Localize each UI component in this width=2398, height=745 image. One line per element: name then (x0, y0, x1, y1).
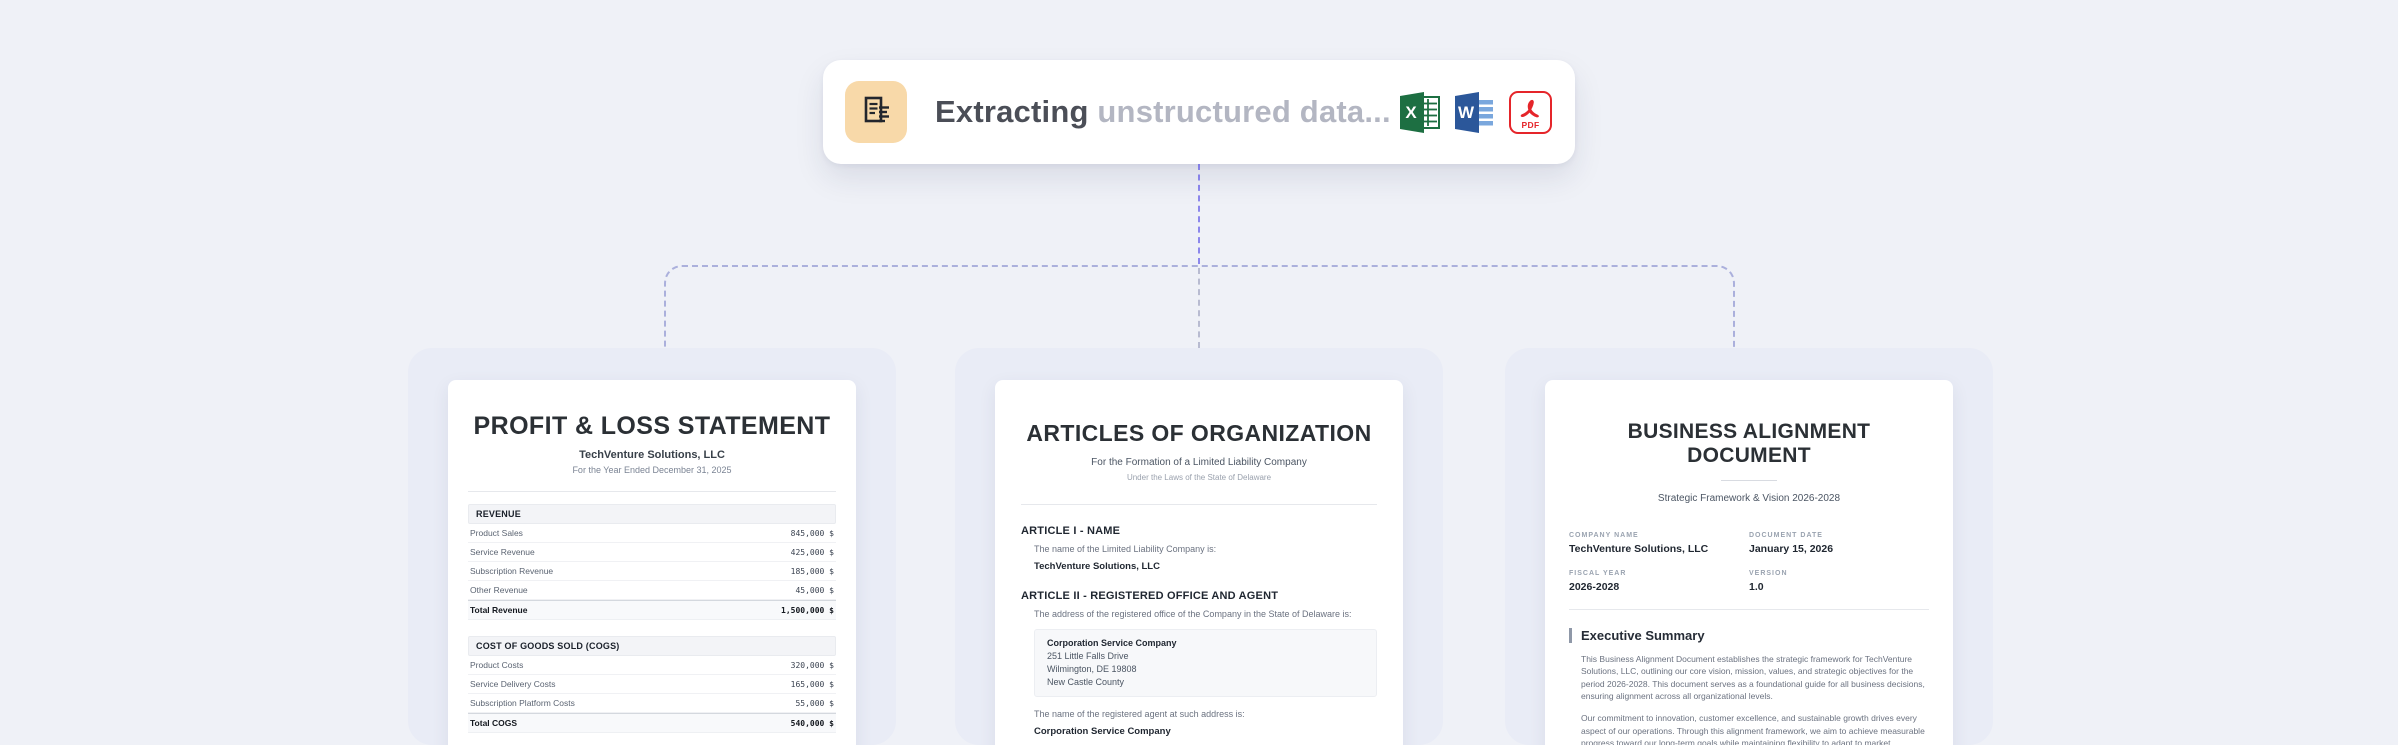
status-text-typed: Extracting (935, 94, 1089, 129)
total-label: Total COGS (470, 718, 517, 728)
document-profit-loss: PROFIT & LOSS STATEMENT TechVenture Solu… (448, 380, 856, 745)
articles-jurisdiction: Under the Laws of the State of Delaware (1021, 473, 1377, 482)
row-label: Service Delivery Costs (470, 679, 556, 689)
meta-label: DOCUMENT DATE (1749, 532, 1929, 539)
document-alignment: BUSINESS ALIGNMENT DOCUMENT Strategic Fr… (1545, 380, 1953, 745)
pnl-total-row: Total COGS 540,000 $ (468, 713, 836, 733)
meta-value: January 15, 2026 (1749, 543, 1929, 555)
pnl-section-header-revenue: REVENUE (468, 504, 836, 524)
row-value: 45,000 $ (795, 586, 834, 595)
article1-heading: ARTICLE I - NAME (1021, 525, 1377, 537)
row-label: Service Revenue (470, 547, 535, 557)
panel-articles: ARTICLES OF ORGANIZATION For the Formati… (955, 348, 1443, 745)
divider (468, 491, 836, 492)
pnl-row: Service Delivery Costs 165,000 $ (468, 675, 836, 694)
row-label: Other Revenue (470, 585, 528, 595)
articles-subtitle: For the Formation of a Limited Liability… (1021, 457, 1377, 468)
article1-company-name: TechVenture Solutions, LLC (1034, 561, 1377, 572)
title-divider (1721, 480, 1777, 481)
article2-heading: ARTICLE II - REGISTERED OFFICE AND AGENT (1021, 590, 1377, 602)
pnl-row: Subscription Platform Costs 55,000 $ (468, 694, 836, 713)
divider (1569, 609, 1929, 610)
pnl-period: For the Year Ended December 31, 2025 (468, 465, 836, 475)
row-value: 185,000 $ (791, 567, 834, 576)
extraction-status-text: Extracting unstructured data... (935, 94, 1391, 130)
status-text-muted: unstructured data... (1089, 94, 1391, 129)
pnl-row: Product Costs 320,000 $ (468, 656, 836, 675)
agent-name: Corporation Service Company (1034, 726, 1377, 737)
alignment-subtitle: Strategic Framework & Vision 2026-2028 (1569, 493, 1929, 504)
total-value: 1,500,000 $ (781, 606, 834, 615)
meta-field: FISCAL YEAR 2026-2028 (1569, 570, 1749, 593)
office-address-line: 251 Little Falls Drive (1047, 650, 1364, 663)
word-icon: W (1453, 90, 1498, 135)
pnl-section-header-cogs: COST OF GOODS SOLD (COGS) (468, 636, 836, 656)
total-label: Total Revenue (470, 605, 527, 615)
meta-label: COMPANY NAME (1569, 532, 1749, 539)
pdf-label: PDF (1508, 120, 1553, 130)
office-name: Corporation Service Company (1047, 637, 1364, 650)
pdf-icon: PDF (1508, 90, 1553, 135)
pnl-title: PROFIT & LOSS STATEMENT (468, 412, 836, 441)
row-label: Subscription Revenue (470, 566, 553, 576)
meta-field: DOCUMENT DATE January 15, 2026 (1749, 532, 1929, 555)
file-type-icons: X W PDF (1398, 90, 1553, 135)
row-value: 165,000 $ (791, 680, 834, 689)
row-label: Product Sales (470, 528, 523, 538)
connector-stem-center (1198, 268, 1200, 348)
pnl-row: Product Sales 845,000 $ (468, 524, 836, 543)
pnl-company: TechVenture Solutions, LLC (468, 449, 836, 461)
meta-label: VERSION (1749, 570, 1929, 577)
office-address-line: Wilmington, DE 19808 (1047, 663, 1364, 676)
row-value: 320,000 $ (791, 661, 834, 670)
pnl-row: Other Revenue 45,000 $ (468, 581, 836, 600)
meta-value: 2026-2028 (1569, 581, 1749, 593)
connector-stem-top (1198, 164, 1200, 264)
meta-label: FISCAL YEAR (1569, 570, 1749, 577)
panel-alignment: BUSINESS ALIGNMENT DOCUMENT Strategic Fr… (1505, 348, 1993, 745)
panel-profit-loss: PROFIT & LOSS STATEMENT TechVenture Solu… (408, 348, 896, 745)
document-extract-icon (857, 93, 895, 131)
alignment-meta-grid: COMPANY NAME TechVenture Solutions, LLC … (1569, 532, 1929, 593)
articles-title: ARTICLES OF ORGANIZATION (1021, 420, 1377, 447)
executive-summary-paragraph: Our commitment to innovation, customer e… (1581, 712, 1929, 745)
agent-intro: The name of the registered agent at such… (1034, 709, 1377, 719)
pnl-total-row: Total Revenue 1,500,000 $ (468, 600, 836, 620)
excel-letter: X (1398, 100, 1424, 125)
executive-summary-paragraph: This Business Alignment Document establi… (1581, 653, 1929, 702)
executive-summary-heading: Executive Summary (1569, 628, 1929, 643)
pnl-row: Subscription Revenue 185,000 $ (468, 562, 836, 581)
registered-office-box: Corporation Service Company 251 Little F… (1034, 629, 1377, 697)
article1-intro: The name of the Limited Liability Compan… (1034, 544, 1377, 554)
divider (1021, 504, 1377, 505)
document-articles: ARTICLES OF ORGANIZATION For the Formati… (995, 380, 1403, 745)
excel-icon: X (1398, 90, 1443, 135)
row-value: 425,000 $ (791, 548, 834, 557)
meta-value: 1.0 (1749, 581, 1929, 593)
document-extract-badge (845, 81, 907, 143)
meta-field: VERSION 1.0 (1749, 570, 1929, 593)
office-address-line: New Castle County (1047, 676, 1364, 689)
row-label: Product Costs (470, 660, 523, 670)
meta-field: COMPANY NAME TechVenture Solutions, LLC (1569, 532, 1749, 555)
pnl-row: Service Revenue 425,000 $ (468, 543, 836, 562)
row-value: 55,000 $ (795, 699, 834, 708)
row-value: 845,000 $ (791, 529, 834, 538)
article2-intro: The address of the registered office of … (1034, 609, 1377, 619)
alignment-title: BUSINESS ALIGNMENT DOCUMENT (1569, 420, 1929, 468)
extraction-status-card: Extracting unstructured data... X (823, 60, 1575, 164)
extraction-hero-scene: Extracting unstructured data... X (0, 0, 2398, 745)
word-letter: W (1453, 100, 1479, 125)
row-label: Subscription Platform Costs (470, 698, 575, 708)
total-value: 540,000 $ (791, 719, 834, 728)
meta-value: TechVenture Solutions, LLC (1569, 543, 1749, 555)
